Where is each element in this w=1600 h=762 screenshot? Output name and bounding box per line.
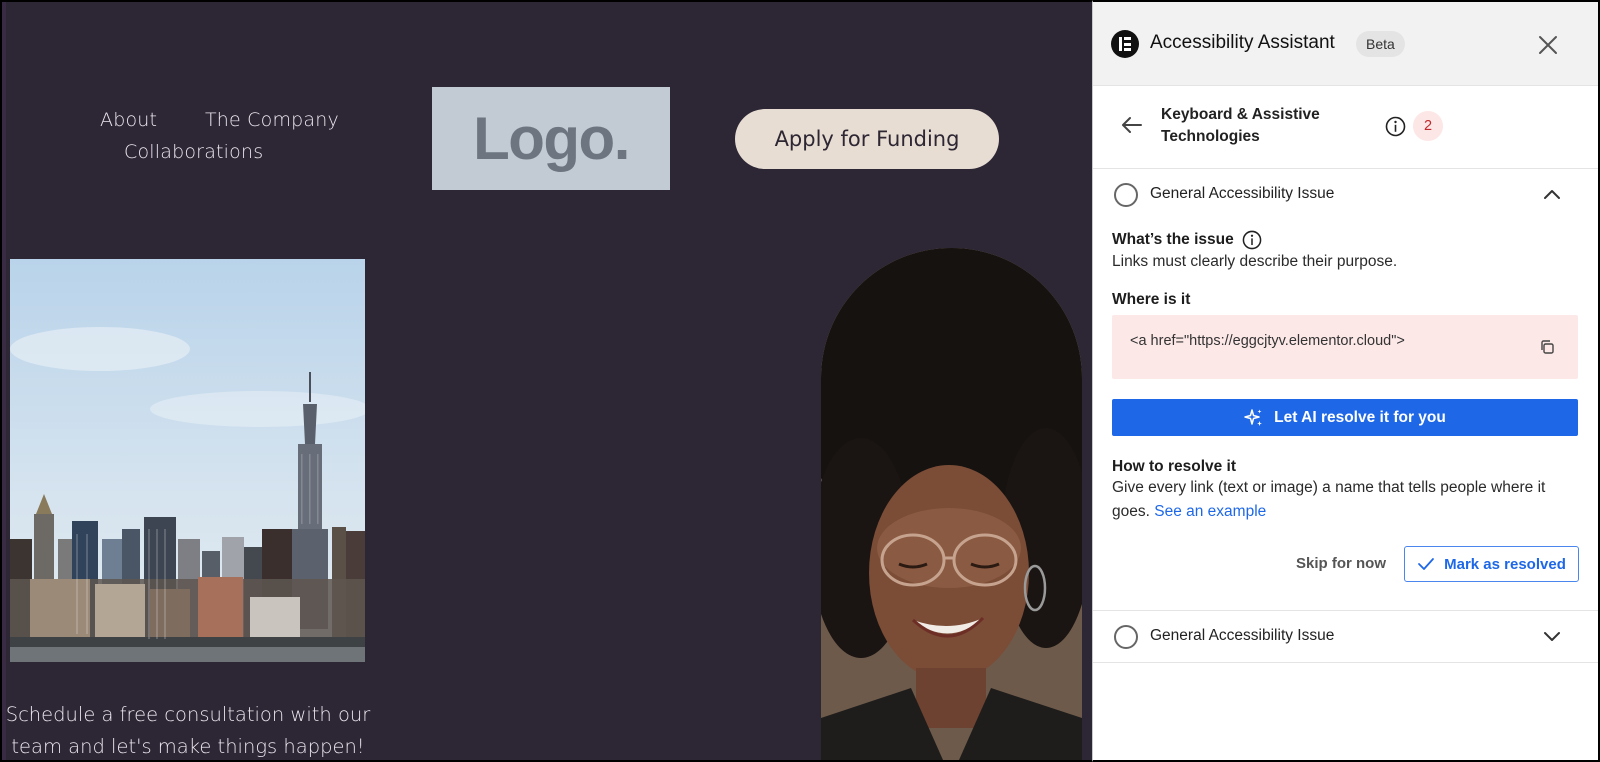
logo-text: Logo.	[473, 105, 630, 172]
elementor-logo-icon	[1111, 30, 1139, 58]
accessibility-assistant-panel: Accessibility Assistant Beta Keyboard & …	[1092, 0, 1600, 762]
issue-2-title: General Accessibility Issue	[1150, 627, 1335, 644]
consultation-caption: Schedule a free consultation with our te…	[2, 699, 374, 760]
issue-1-details: What’s the issue Links must clearly desc…	[1093, 230, 1598, 610]
issue-divider	[1093, 662, 1598, 663]
whats-issue-label: What’s the issue	[1112, 231, 1234, 248]
site-logo[interactable]: Logo.	[432, 87, 670, 190]
code-snippet-box: <a href="https://eggcjtyv.elementor.clou…	[1112, 315, 1578, 379]
issue-count-badge: 2	[1413, 111, 1443, 141]
caption-line-1: Schedule a free consultation with our	[5, 703, 371, 726]
back-arrow-icon[interactable]	[1121, 116, 1143, 139]
preview-edge	[2, 2, 6, 760]
site-preview: About The Company Collaborations Logo. A…	[0, 0, 1092, 762]
nav-link-collaborations[interactable]: Collaborations	[124, 141, 263, 163]
category-title-line-1: Keyboard & Assistive	[1161, 106, 1320, 123]
skip-for-now-button[interactable]: Skip for now	[1296, 555, 1386, 572]
see-an-example-link[interactable]: See an example	[1154, 503, 1266, 520]
chevron-down-icon[interactable]	[1543, 629, 1561, 647]
nav-link-about[interactable]: About	[100, 109, 157, 131]
info-icon[interactable]	[1242, 230, 1262, 250]
info-icon[interactable]	[1385, 116, 1406, 142]
panel-header: Accessibility Assistant Beta	[1093, 2, 1598, 86]
chevron-up-icon[interactable]	[1543, 187, 1561, 205]
beta-badge: Beta	[1356, 31, 1405, 57]
panel-title: Accessibility Assistant	[1150, 32, 1335, 53]
checkmark-icon	[1417, 557, 1435, 571]
where-is-it-label: Where is it	[1112, 291, 1191, 308]
issue-row-2[interactable]: General Accessibility Issue	[1093, 611, 1598, 662]
city-skyline-image	[10, 259, 365, 662]
issue-row-1[interactable]: General Accessibility Issue	[1093, 169, 1598, 220]
category-header: Keyboard & Assistive Technologies 2	[1093, 86, 1598, 169]
let-ai-resolve-button[interactable]: Let AI resolve it for you	[1112, 399, 1578, 436]
how-to-resolve-label: How to resolve it	[1112, 458, 1237, 475]
issue-1-radio[interactable]	[1114, 183, 1138, 207]
woman-portrait-image	[821, 248, 1082, 760]
nav-link-the-company[interactable]: The Company	[205, 109, 339, 131]
issue-actions: Skip for now Mark as resolved	[1112, 546, 1579, 582]
let-ai-resolve-label: Let AI resolve it for you	[1274, 408, 1446, 426]
mark-as-resolved-label: Mark as resolved	[1444, 555, 1566, 573]
sparkle-icon	[1244, 408, 1264, 428]
mark-as-resolved-button[interactable]: Mark as resolved	[1404, 546, 1579, 582]
whats-issue-text: Links must clearly describe their purpos…	[1112, 253, 1398, 270]
issue-2-radio[interactable]	[1114, 625, 1138, 649]
close-icon[interactable]	[1537, 34, 1559, 56]
category-title: Keyboard & Assistive Technologies	[1161, 104, 1361, 148]
code-snippet: <a href="https://eggcjtyv.elementor.clou…	[1130, 333, 1405, 349]
copy-icon[interactable]	[1539, 339, 1555, 360]
apply-for-funding-button[interactable]: Apply for Funding	[735, 109, 999, 169]
caption-line-2: team and let's make things happen!	[11, 735, 365, 758]
how-to-resolve-text: Give every link (text or image) a name t…	[1112, 476, 1578, 524]
category-title-line-2: Technologies	[1161, 128, 1260, 145]
issue-1-title: General Accessibility Issue	[1150, 185, 1335, 202]
